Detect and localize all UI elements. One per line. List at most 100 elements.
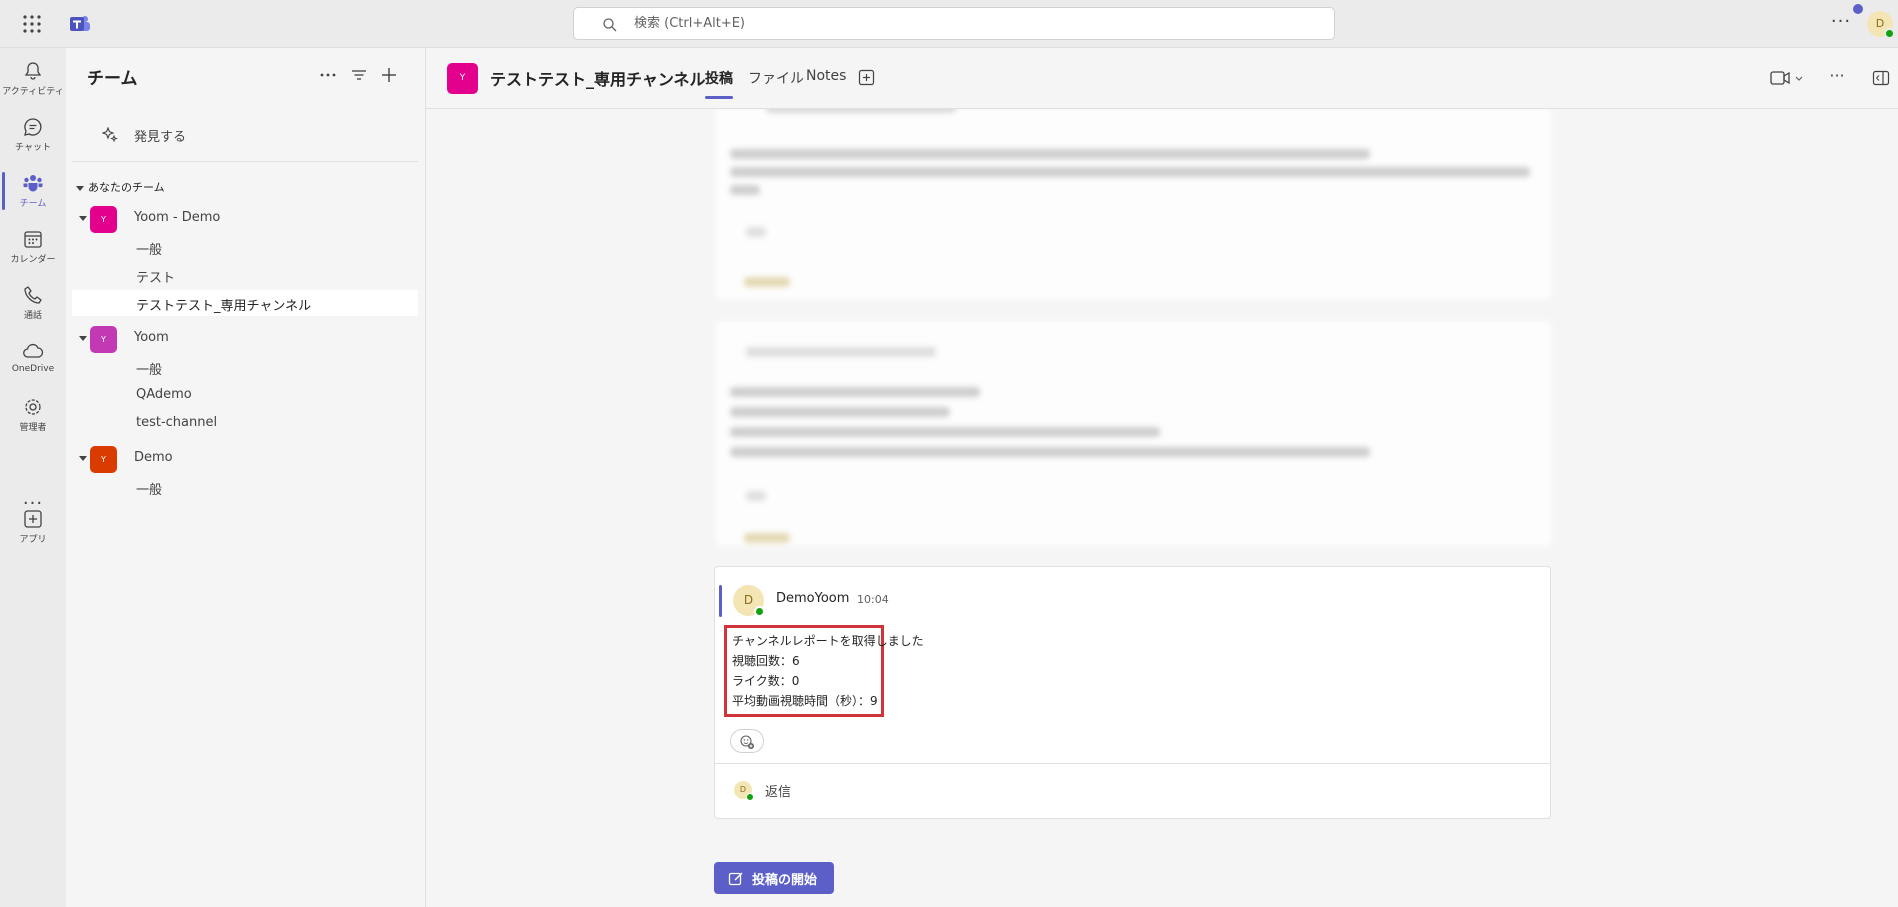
chat-icon [22,116,44,138]
chevron-down-icon [79,336,87,341]
message-feed: D DemoYoom 10:04 チャンネルレポートを取得しました 視聴回数：6… [426,109,1898,907]
message-line: 視聴回数：6 [732,654,800,668]
rail-label: チーム [19,199,47,209]
discover-button[interactable]: 発見する [72,118,418,152]
apps-icon [22,508,44,530]
team-name: Yoom - Demo [134,210,221,225]
reply-button[interactable]: 返信 [765,781,791,800]
divider [715,763,1550,764]
sparkle-icon [102,127,118,143]
channel-row[interactable]: 一般 [72,354,418,380]
team-row-yoom[interactable]: Y Yoom [72,324,418,354]
channel-row[interactable]: QAdemo [72,382,418,408]
add-reaction-button[interactable] [730,729,764,753]
presence-available-icon [746,793,754,801]
presence-available-icon [1884,28,1895,39]
more-options-icon[interactable]: ··· [1826,65,1848,87]
channel-name: テスト [136,271,176,286]
divider [72,161,418,162]
channel-row-selected[interactable]: テストテスト_専用チャンネル [72,290,418,316]
team-avatar: Y [90,326,117,353]
rail-item-onedrive[interactable]: OneDrive [0,334,66,386]
rail-item-activity[interactable]: アクティビティ [0,54,66,106]
channel-name: 一般 [136,483,163,498]
channel-row[interactable]: 一般 [72,474,418,500]
channel-row[interactable]: 一般 [72,234,418,260]
discover-label: 発見する [134,130,187,145]
team-avatar: Y [90,206,117,233]
rail-item-apps[interactable]: アプリ [0,502,66,554]
add-icon[interactable] [379,65,399,85]
more-options-icon[interactable]: ··· [1830,13,1852,35]
rail-item-chat[interactable]: チャット [0,110,66,162]
rail-item-calendar[interactable]: カレンダー [0,222,66,274]
channel-name: QAdemo [136,387,192,402]
cloud-icon [22,340,44,362]
post-accent-bar [719,585,722,617]
rail-item-admin[interactable]: 管理者 [0,390,66,442]
team-name: Yoom [134,330,169,345]
channel-name: 一般 [136,243,163,258]
presence-available-icon [754,606,765,617]
rail-label: OneDrive [11,364,55,374]
app-launcher-icon[interactable] [22,14,42,34]
reply-avatar-initial: D [739,785,747,794]
section-label: あなたのチーム [88,181,165,194]
chevron-down-icon [76,185,84,191]
team-row-yoom-demo[interactable]: Y Yoom - Demo [72,204,418,234]
blurred-post [716,321,1551,546]
chevron-down-icon [79,216,87,221]
search-box[interactable] [573,7,1335,40]
search-input[interactable] [634,8,1314,39]
team-avatar: Y [90,446,117,473]
user-avatar[interactable]: D [1867,11,1895,39]
phone-icon [22,284,44,306]
tab-files[interactable]: ファイル [748,68,804,88]
author-avatar[interactable]: D [733,585,765,617]
channel-name: test-channel [136,415,218,430]
channel-name: 一般 [136,363,163,378]
author-name[interactable]: DemoYoom [776,591,849,606]
new-post-label: 投稿の開始 [752,873,818,888]
admin-icon [22,396,44,418]
top-bar: ··· D [0,0,1898,48]
channel-avatar: Y [447,63,478,94]
team-row-demo[interactable]: Y Demo [72,444,418,474]
rail-label: カレンダー [10,255,56,265]
side-panel-icon[interactable] [1872,69,1890,87]
blurred-post [716,109,1551,299]
message-line: ライク数：0 [732,674,800,688]
your-teams-section[interactable]: あなたのチーム [76,179,165,195]
post-timestamp: 10:04 [857,593,889,606]
new-post-button[interactable]: 投稿の開始 [714,862,834,894]
tab-posts[interactable]: 投稿 [705,68,733,99]
filter-icon[interactable] [349,65,369,85]
compose-icon [728,872,743,886]
chevron-down-icon [79,456,87,461]
channel-row[interactable]: test-channel [72,410,418,436]
rail-label: チャット [15,143,51,153]
bell-icon [22,60,44,82]
teams-panel: チーム 発見する あなたのチーム Y Yoom - Demo 一般 テスト テス… [66,48,426,907]
panel-title: チーム [87,69,138,89]
rail-label: 通話 [23,311,42,321]
search-icon [602,17,618,33]
rail-item-calls[interactable]: 通話 [0,278,66,330]
author-initial: D [743,593,754,607]
channel-name: テストテスト_専用チャンネル [136,299,312,314]
channel-row[interactable]: テスト [72,262,418,288]
rail-label: アプリ [19,535,47,545]
message-line: 平均動画視聴時間（秒）：9 [732,694,878,708]
more-options-icon[interactable] [318,65,338,85]
channel-title: テストテスト_専用チャンネル [490,70,706,89]
rail-item-teams[interactable]: チーム [0,166,66,218]
rail-label: 管理者 [19,423,47,433]
message-line: チャンネルレポートを取得しました [732,634,924,648]
tab-notes[interactable]: Notes [806,68,846,84]
emoji-add-icon [740,735,754,749]
teams-logo-icon [69,13,91,35]
meet-video-icon[interactable] [1770,69,1806,87]
channel-header: Y テストテスト_専用チャンネル 投稿 ファイル Notes ··· [426,48,1898,109]
calendar-icon [22,228,44,250]
add-tab-icon[interactable] [858,69,875,86]
